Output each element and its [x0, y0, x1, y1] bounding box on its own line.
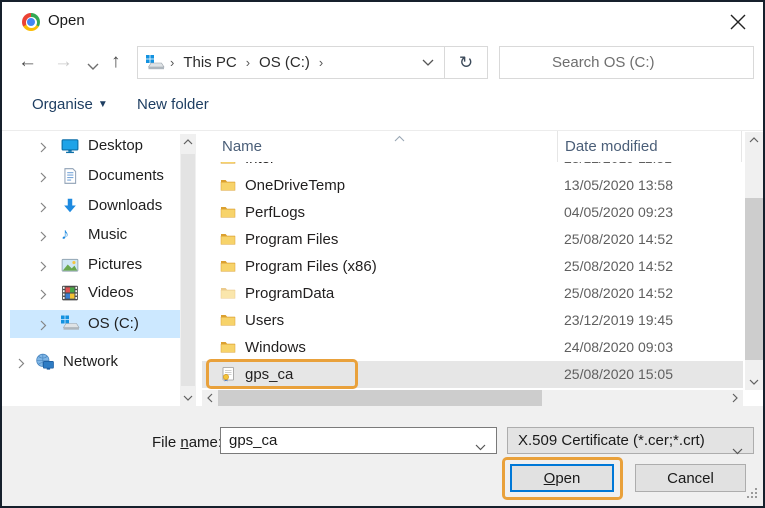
folder-icon: [220, 177, 236, 193]
sidebar-item-documents[interactable]: Documents: [2, 162, 180, 190]
breadcrumb-separator: ›: [165, 55, 179, 70]
address-dropdown-chevron-icon[interactable]: [412, 47, 444, 78]
file-list-horizontal-scrollbar[interactable]: [202, 390, 743, 406]
file-row-perflogs[interactable]: PerfLogs 04/05/2020 09:23: [202, 199, 743, 226]
file-type-dropdown-chevron-icon: [732, 438, 743, 463]
scroll-right-icon[interactable]: [727, 390, 743, 406]
sort-ascending-icon: [394, 129, 405, 146]
dialog-footer: File name: X.509 Certificate (*.cer;*.cr…: [2, 406, 763, 508]
expand-chevron-icon[interactable]: [18, 356, 25, 373]
scroll-left-icon[interactable]: [202, 390, 218, 406]
network-icon: [35, 353, 53, 371]
organise-caret-icon: ▼: [98, 99, 108, 110]
sidebar-scrollbar[interactable]: [180, 134, 196, 406]
hidden-folder-icon: [220, 285, 236, 301]
expand-chevron-icon[interactable]: [40, 259, 47, 276]
breadcrumb-separator: ›: [314, 55, 328, 70]
file-list: Intel 23/12/2019 11:51 OneDriveTemp 13/0…: [202, 162, 743, 390]
scrollbar-thumb[interactable]: [745, 198, 763, 360]
file-row-program-files-x86[interactable]: Program Files (x86) 25/08/2020 14:52: [202, 253, 743, 280]
documents-icon: [61, 167, 79, 185]
file-row-onedrivetemp[interactable]: OneDriveTemp 13/05/2020 13:58: [202, 172, 743, 199]
sidebar-item-desktop[interactable]: Desktop: [2, 132, 180, 160]
expand-chevron-icon[interactable]: [40, 229, 47, 246]
column-header-row: Name Date modified: [202, 131, 743, 162]
sidebar-item-videos[interactable]: Videos: [2, 279, 180, 307]
folder-icon: [220, 258, 236, 274]
file-name-input[interactable]: [221, 428, 466, 453]
file-row-users[interactable]: Users 23/12/2019 19:45: [202, 307, 743, 334]
sidebar-item-music[interactable]: ♪ Music: [2, 221, 180, 249]
breadcrumb-this-pc[interactable]: This PC: [179, 54, 240, 71]
folder-icon: [220, 162, 236, 166]
recent-locations-chevron-icon[interactable]: [87, 54, 99, 78]
expand-chevron-icon[interactable]: [40, 318, 47, 335]
new-folder-button[interactable]: New folder: [137, 96, 209, 113]
file-name-label: File name:: [152, 434, 222, 451]
file-row-clipped[interactable]: Intel 23/12/2019 11:51: [202, 162, 743, 172]
open-file-dialog: Open ← → ↑ › This PC › OS (C:) › ↻: [0, 0, 765, 508]
breadcrumb-os-c[interactable]: OS (C:): [255, 54, 314, 71]
drive-icon: [146, 55, 165, 70]
annotation-box-gps-ca: [206, 359, 358, 389]
organise-menu-button[interactable]: Organise▼: [32, 96, 108, 113]
file-row-gps-ca[interactable]: gps_ca 25/08/2020 15:05: [202, 361, 743, 388]
navigation-pane: Desktop Documents Downloads ♪ Music Pict…: [2, 131, 198, 406]
file-row-program-files[interactable]: Program Files 25/08/2020 14:52: [202, 226, 743, 253]
file-name-dropdown-chevron-icon[interactable]: [475, 438, 486, 455]
window-title: Open: [48, 12, 85, 29]
expand-chevron-icon[interactable]: [40, 200, 47, 217]
scroll-down-icon[interactable]: [180, 390, 196, 406]
breadcrumb-separator: ›: [241, 55, 255, 70]
drive-icon: [61, 315, 79, 333]
sidebar-item-network[interactable]: Network: [2, 348, 180, 376]
downloads-icon: [61, 197, 79, 215]
column-divider[interactable]: [741, 131, 742, 162]
scroll-down-icon[interactable]: [745, 374, 763, 390]
file-type-select[interactable]: X.509 Certificate (*.cer;*.crt): [507, 427, 754, 454]
resize-grip[interactable]: [747, 486, 758, 503]
sidebar-item-os-c[interactable]: OS (C:): [10, 310, 180, 338]
scroll-up-icon[interactable]: [180, 134, 196, 150]
column-header-name[interactable]: Name: [222, 138, 262, 155]
column-header-date[interactable]: Date modified: [565, 138, 658, 155]
title-bar: Open: [2, 2, 763, 42]
up-button[interactable]: ↑: [111, 50, 121, 74]
folder-icon: [220, 312, 236, 328]
folder-icon: [220, 231, 236, 247]
folder-icon: [220, 339, 236, 355]
file-name-combo: [220, 427, 497, 454]
folder-icon: [220, 204, 236, 220]
refresh-button[interactable]: ↻: [445, 46, 488, 79]
address-bar[interactable]: › This PC › OS (C:) ›: [137, 46, 445, 79]
scrollbar-thumb[interactable]: [218, 390, 542, 406]
pictures-icon: [61, 256, 79, 274]
scroll-up-icon[interactable]: [745, 132, 763, 148]
cancel-button[interactable]: Cancel: [635, 464, 746, 492]
chrome-app-icon: [22, 13, 40, 31]
expand-chevron-icon[interactable]: [40, 170, 47, 187]
expand-chevron-icon[interactable]: [40, 287, 47, 304]
desktop-icon: [61, 137, 79, 155]
back-button[interactable]: ←: [18, 50, 37, 74]
expand-chevron-icon[interactable]: [40, 140, 47, 157]
scrollbar-thumb[interactable]: [181, 154, 195, 386]
search-container: [499, 46, 754, 79]
annotation-box-open-button: [502, 457, 623, 500]
file-row-programdata[interactable]: ProgramData 25/08/2020 14:52: [202, 280, 743, 307]
close-icon[interactable]: [727, 11, 749, 33]
column-divider[interactable]: [557, 131, 558, 162]
forward-button[interactable]: →: [54, 50, 73, 74]
videos-icon: [61, 284, 79, 302]
file-list-vertical-scrollbar[interactable]: [745, 132, 763, 390]
music-icon: ♪: [61, 226, 79, 244]
search-input[interactable]: [500, 47, 753, 78]
file-row-windows[interactable]: Windows 24/08/2020 09:03: [202, 334, 743, 361]
command-toolbar: Organise▼ New folder ?: [2, 84, 763, 131]
sidebar-item-pictures[interactable]: Pictures: [2, 251, 180, 279]
sidebar-item-downloads[interactable]: Downloads: [2, 192, 180, 220]
